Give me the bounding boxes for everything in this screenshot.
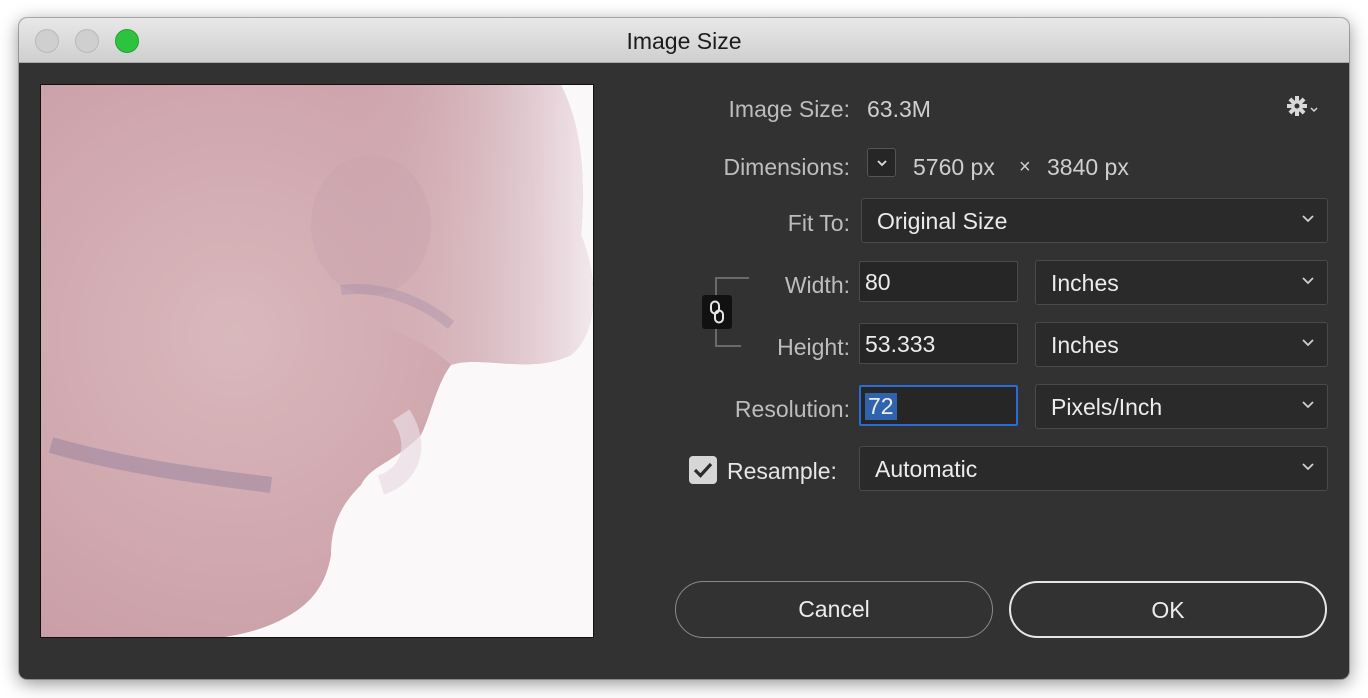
- link-icon: [710, 300, 724, 324]
- dimensions-times: ×: [1019, 156, 1031, 178]
- dimensions-height: 3840 px: [1047, 154, 1129, 180]
- window-title: Image Size: [626, 28, 742, 54]
- width-unit-value: Inches: [1051, 270, 1119, 296]
- height-unit-select[interactable]: Inches: [1035, 322, 1328, 367]
- resolution-unit-select[interactable]: Pixels/Inch: [1035, 384, 1328, 429]
- constrain-proportions-button[interactable]: [702, 295, 732, 329]
- width-label: Width:: [784, 272, 850, 298]
- resample-checkbox[interactable]: [689, 456, 717, 484]
- chevron-down-icon: [1302, 215, 1314, 223]
- height-value: 53.333: [865, 331, 936, 357]
- title-bar: Image Size: [19, 18, 1349, 63]
- resolution-value: 72: [865, 393, 897, 420]
- resample-label[interactable]: Resample:: [727, 458, 837, 485]
- height-unit-value: Inches: [1051, 332, 1119, 358]
- checkmark-icon: [693, 462, 713, 478]
- chevron-down-icon: [1302, 463, 1314, 471]
- width-value: 80: [865, 269, 891, 295]
- resample-method-select[interactable]: Automatic: [859, 446, 1328, 491]
- width-input[interactable]: 80: [859, 261, 1018, 302]
- dimensions-label: Dimensions:: [723, 154, 850, 180]
- fit-to-select[interactable]: Original Size: [861, 198, 1328, 243]
- chevron-down-icon: [1302, 339, 1314, 347]
- resolution-label: Resolution:: [734, 396, 850, 422]
- height-label: Height:: [777, 334, 850, 360]
- image-size-dialog: Image Size Image Size: 63.3M Dimensions:…: [19, 18, 1349, 679]
- fit-to-label: Fit To:: [787, 210, 850, 236]
- dimensions-width: 5760 px: [913, 154, 995, 180]
- height-input[interactable]: 53.333: [859, 323, 1018, 364]
- dimensions-units-dropdown[interactable]: [867, 148, 896, 177]
- chevron-down-icon: [1302, 277, 1314, 285]
- resolution-unit-value: Pixels/Inch: [1051, 394, 1163, 420]
- chevron-down-icon: [1302, 401, 1314, 409]
- fit-to-value: Original Size: [877, 208, 1008, 234]
- chevron-down-icon: [877, 160, 887, 167]
- image-preview[interactable]: [40, 84, 594, 638]
- cancel-button[interactable]: Cancel: [675, 581, 993, 638]
- gear-icon[interactable]: [1285, 94, 1319, 123]
- width-unit-select[interactable]: Inches: [1035, 260, 1328, 305]
- image-size-value: 63.3M: [867, 96, 931, 122]
- resolution-input[interactable]: 72: [859, 385, 1018, 426]
- resample-method-value: Automatic: [875, 456, 978, 482]
- image-size-label: Image Size:: [728, 96, 850, 122]
- ok-button[interactable]: OK: [1009, 581, 1327, 638]
